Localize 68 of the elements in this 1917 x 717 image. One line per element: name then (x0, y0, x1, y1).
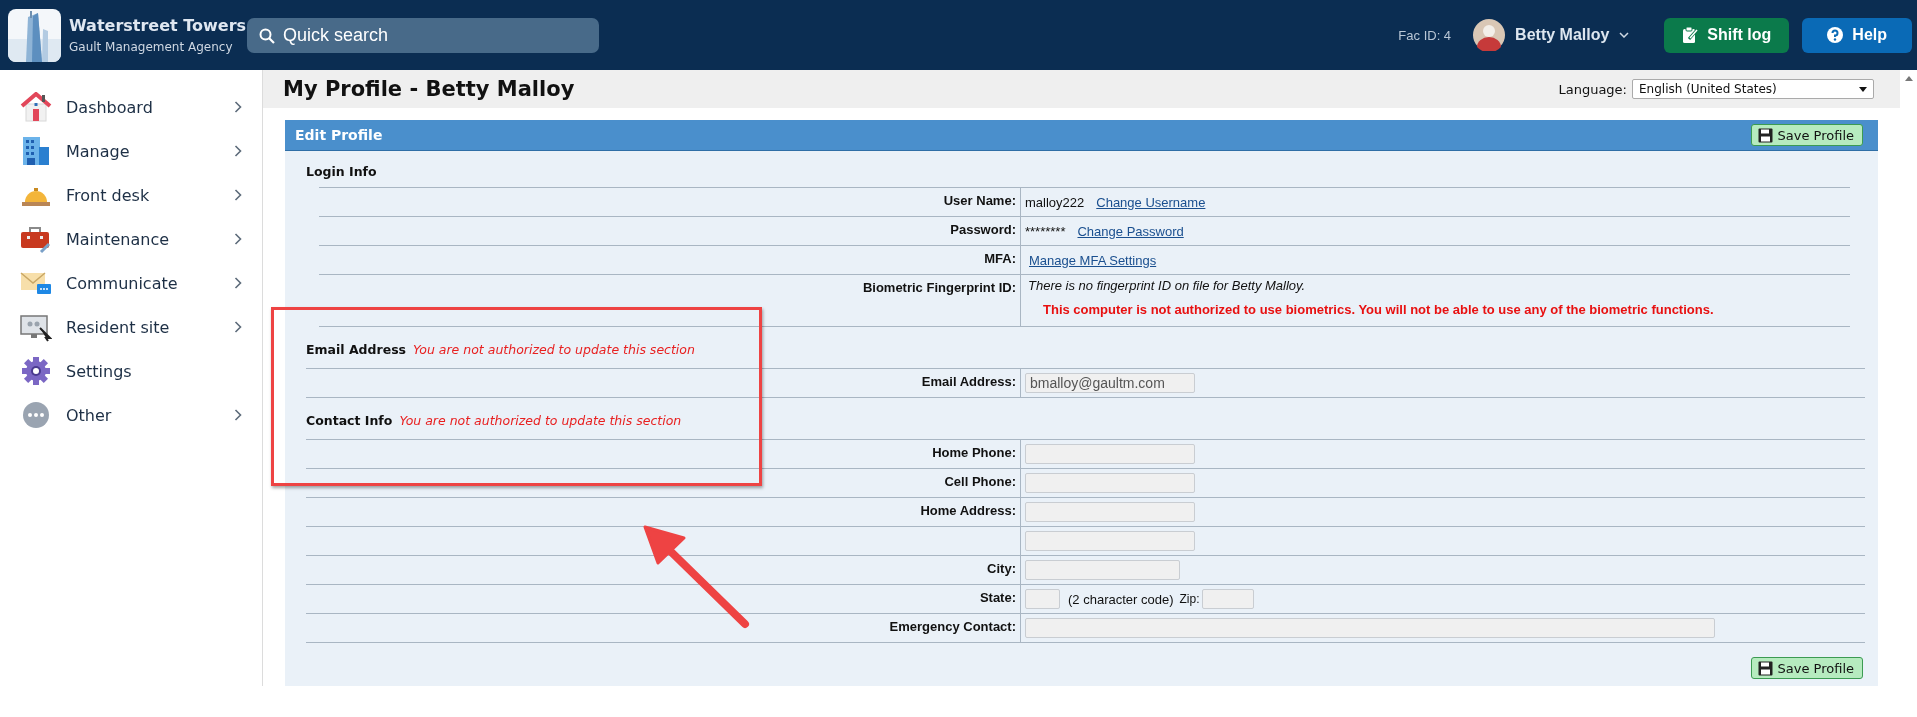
error-message: This computer is not authorized to use biometrics. You will not be able to use any of the biometric functions. (1043, 302, 1714, 317)
link[interactable]: Change Password (1077, 223, 1184, 239)
field-label: Biometric Fingerprint ID: (862, 280, 1016, 295)
field-label: Email Address: (921, 374, 1016, 389)
field-label: Home Address: (920, 503, 1016, 518)
sidebar-item[interactable]: Manage (0, 129, 262, 173)
input-field[interactable] (1201, 589, 1254, 609)
field-label: MFA: (984, 251, 1016, 266)
link[interactable]: Change Username (1096, 194, 1206, 210)
input-field[interactable] (1025, 531, 1195, 551)
language-select[interactable]: English (United States) (1632, 79, 1874, 99)
field-value: ******** (1025, 223, 1066, 239)
field-label: Zip: (1179, 592, 1200, 606)
panel-title: Edit Profile (295, 127, 384, 143)
field-label: Home Phone: (932, 445, 1016, 460)
info-message: There is no fingerprint ID on file for Betty Malloy. (1028, 278, 1306, 293)
help-button[interactable]: Help (1802, 17, 1912, 53)
save-profile-button[interactable]: Save Profile (1750, 124, 1863, 146)
gear-icon (20, 356, 52, 386)
monitor-icon (20, 312, 52, 342)
sidebar-item[interactable]: Dashboard (0, 85, 262, 129)
input-field[interactable] (1025, 473, 1195, 493)
field-label: Password: (950, 222, 1016, 237)
input-field[interactable] (1025, 502, 1195, 522)
input-field[interactable] (1025, 589, 1060, 609)
chevron-down-icon[interactable] (1619, 32, 1630, 38)
sidebar-item[interactable]: Maintenance (0, 217, 262, 261)
field-value: malloy222 (1025, 194, 1085, 210)
field-label: Emergency Contact: (889, 619, 1016, 634)
facility-id: Fac ID: 4 (1398, 27, 1452, 43)
search-icon (259, 27, 275, 44)
clipboard-icon (1682, 26, 1699, 44)
sidebar-item[interactable]: Resident site (0, 305, 262, 349)
permission-notice: You are not authorized to update this section (413, 342, 695, 357)
field-label: State: (979, 590, 1016, 605)
save-profile-button[interactable]: Save Profile (1750, 657, 1863, 679)
field-label: User Name: (943, 193, 1016, 208)
site-name: Waterstreet Towers (69, 16, 247, 35)
user-name[interactable]: Betty Malloy (1515, 26, 1610, 44)
field-value: (2 character code) (1068, 591, 1174, 607)
sidebar-item[interactable]: Other (0, 393, 262, 437)
page-title: My Profile - Betty Malloy (283, 77, 576, 101)
section-title: Login Info (306, 163, 377, 179)
more-icon (20, 400, 52, 430)
scroll-up-icon[interactable] (1904, 76, 1913, 81)
house-icon (20, 92, 52, 122)
toolbox-icon (20, 224, 52, 254)
sidebar-item[interactable]: Front desk (0, 173, 262, 217)
buildings-icon (20, 136, 52, 166)
input-field[interactable] (1025, 560, 1180, 580)
permission-notice: You are not authorized to update this section (399, 413, 682, 428)
search-field[interactable]: Quick search (247, 17, 599, 53)
section-title: Email Address (306, 342, 406, 357)
input-field[interactable] (1025, 618, 1715, 638)
section-title: Contact Info (306, 413, 393, 428)
shift-log-button[interactable]: Shift log (1664, 17, 1790, 53)
dropdown-arrow-icon (1859, 86, 1867, 92)
input-field[interactable] (1025, 444, 1195, 464)
help-icon (1827, 27, 1844, 43)
input-field[interactable]: bmalloy@gaultm.com (1025, 373, 1195, 393)
avatar-icon[interactable] (1473, 19, 1506, 51)
field-label: Cell Phone: (944, 474, 1016, 489)
field-label: City: (987, 561, 1016, 576)
link[interactable]: Manage MFA Settings (1029, 252, 1157, 268)
sidebar-item[interactable]: Communicate (0, 261, 262, 305)
language-label: Language: (1558, 81, 1627, 97)
sidebar-item[interactable]: Settings (0, 349, 262, 393)
company-name: Gault Management Agency (69, 40, 234, 54)
